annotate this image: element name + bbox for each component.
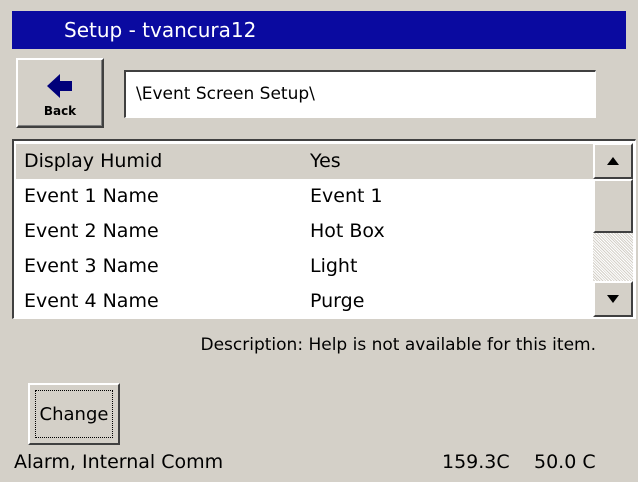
item-value: Event 1 (310, 185, 383, 207)
setup-window: Setup - tvancura12 Back \Event Screen Se… (0, 0, 638, 482)
list-item[interactable]: Display Humid Yes (16, 144, 594, 179)
triangle-down-icon (607, 295, 619, 303)
list-item[interactable]: Event 2 Name Hot Box (16, 214, 594, 249)
settings-list-rows: Display Humid Yes Event 1 Name Event 1 E… (16, 144, 594, 319)
back-label: Back (43, 104, 77, 118)
item-name: Event 1 Name (24, 185, 159, 207)
list-item[interactable]: Event 4 Name Purge (16, 284, 594, 319)
item-name: Event 2 Name (24, 220, 159, 242)
path-field[interactable]: \Event Screen Setup\ (124, 70, 596, 118)
triangle-up-icon (607, 157, 619, 165)
window-title: Setup - tvancura12 (64, 18, 257, 42)
vertical-scrollbar[interactable] (593, 143, 633, 317)
arrow-left-icon (47, 74, 72, 98)
scroll-up-button[interactable] (593, 143, 633, 179)
item-name: Event 3 Name (24, 255, 159, 277)
list-item[interactable]: Event 1 Name Event 1 (16, 179, 594, 214)
scroll-down-button[interactable] (593, 281, 633, 317)
item-value: Yes (310, 150, 341, 172)
item-name: Display Humid (24, 150, 163, 172)
item-value: Light (310, 255, 358, 277)
change-button[interactable]: Change (28, 383, 120, 445)
list-item[interactable]: Event 3 Name Light (16, 249, 594, 284)
item-name: Event 4 Name (24, 290, 159, 312)
window-title-bar: Setup - tvancura12 (12, 11, 626, 49)
humidity-readout: 50.0 C (534, 451, 596, 473)
temperature-readout: 159.3C (442, 451, 510, 473)
settings-list: Display Humid Yes Event 1 Name Event 1 E… (12, 139, 636, 319)
description-text: Description: Help is not available for t… (200, 335, 597, 355)
scrollbar-thumb[interactable] (593, 179, 633, 233)
item-value: Purge (310, 290, 365, 312)
change-label: Change (35, 390, 113, 438)
item-value: Hot Box (310, 220, 385, 242)
back-button[interactable]: Back (16, 58, 104, 128)
alarm-status: Alarm, Internal Comm (14, 451, 224, 473)
